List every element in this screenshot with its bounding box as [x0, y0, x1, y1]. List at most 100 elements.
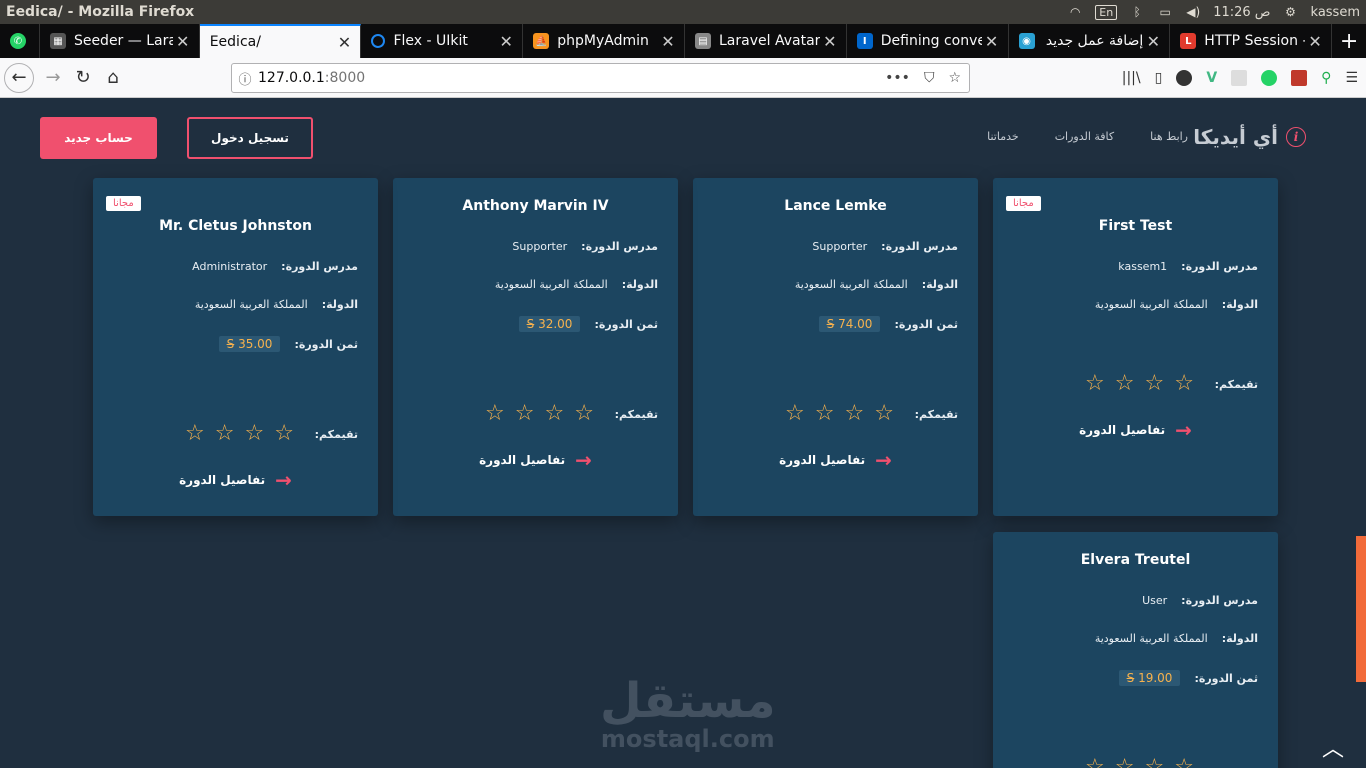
star-icon[interactable]: ☆: [815, 403, 835, 425]
close-tab-icon[interactable]: ✕: [982, 32, 1002, 51]
country-value: المملكة العربية السعودية: [794, 278, 908, 291]
close-tab-icon[interactable]: ✕: [334, 33, 354, 52]
library-icon[interactable]: |||\: [1122, 70, 1141, 86]
extension-red-icon[interactable]: [1291, 70, 1308, 86]
forward-icon[interactable]: →: [38, 63, 68, 93]
nav-link-all-courses[interactable]: كافة الدورات: [1055, 130, 1114, 143]
wifi-icon[interactable]: ◠: [1067, 5, 1083, 19]
menu-icon[interactable]: ☰: [1345, 70, 1358, 86]
star-icon[interactable]: ☆: [544, 403, 564, 425]
instructor-value: Administrator: [192, 260, 268, 273]
star-icon[interactable]: ☆: [1144, 757, 1164, 768]
tab-whatsapp[interactable]: ✆: [0, 24, 40, 58]
course-title[interactable]: Mr. Cletus Johnston: [93, 218, 378, 234]
tab-title: Flex - UIkit: [393, 33, 468, 49]
star-icon[interactable]: ☆: [1174, 373, 1194, 395]
url-bar[interactable]: ⓘ 127.0.0.1:8000 ••• ⛉ ☆: [231, 63, 970, 93]
star-icon[interactable]: ☆: [785, 403, 805, 425]
free-badge: مجانا: [1006, 196, 1041, 211]
pocket-icon[interactable]: ⛉: [924, 70, 935, 86]
star-icon[interactable]: ☆: [1174, 757, 1194, 768]
close-tab-icon[interactable]: ✕: [658, 32, 678, 51]
search-extension-icon[interactable]: ⚲: [1321, 70, 1331, 86]
reload-icon[interactable]: ↻: [68, 63, 98, 93]
signup-button[interactable]: حساب جديد: [40, 117, 157, 159]
login-button[interactable]: تسجيل دخول: [187, 117, 313, 159]
star-icon[interactable]: ☆: [874, 403, 894, 425]
course-title[interactable]: First Test: [993, 218, 1278, 234]
tab-uikit[interactable]: Flex - UIkit ✕: [361, 24, 524, 58]
star-icon[interactable]: ☆: [1115, 757, 1135, 768]
home-icon[interactable]: ⌂: [98, 63, 128, 93]
site-logo[interactable]: i أي أيديكا: [1193, 125, 1306, 149]
vue-devtools-icon[interactable]: V: [1206, 70, 1217, 86]
star-icon[interactable]: ☆: [1144, 373, 1164, 395]
battery-icon[interactable]: ▭: [1157, 5, 1173, 19]
url-text[interactable]: 127.0.0.1:8000: [258, 70, 365, 86]
close-tab-icon[interactable]: ✕: [173, 32, 193, 51]
settings-gear-icon[interactable]: ⚙: [1283, 5, 1299, 19]
window-title: Eedica/ - Mozilla Firefox: [6, 4, 195, 20]
price-label: ثمن الدورة:: [294, 337, 358, 351]
star-icon[interactable]: ☆: [1085, 373, 1105, 395]
course-details-link[interactable]: تفاصيل الدورة →: [693, 448, 978, 472]
course-title[interactable]: Elvera Treutel: [993, 552, 1278, 568]
star-icon[interactable]: ☆: [515, 403, 535, 425]
price-value: 19.00 S: [1118, 670, 1181, 686]
star-icon[interactable]: ☆: [244, 423, 264, 445]
star-icon[interactable]: ☆: [844, 403, 864, 425]
star-icon[interactable]: ☆: [574, 403, 594, 425]
nav-link-services[interactable]: خدماتنا: [987, 130, 1019, 143]
instructor-value: Supporter: [512, 240, 568, 253]
rating-stars: ☆ ☆ ☆ ☆: [785, 403, 894, 425]
keyboard-layout[interactable]: En: [1095, 4, 1118, 20]
info-icon[interactable]: ⓘ: [232, 69, 258, 88]
scroll-to-top-icon[interactable]: ︿: [1322, 731, 1344, 763]
tab-mostaql[interactable]: ◉ إضافة عمل جديد ✕: [1009, 24, 1171, 58]
star-icon[interactable]: ☆: [274, 423, 294, 445]
course-details-link[interactable]: تفاصيل الدورة →: [993, 418, 1278, 442]
close-tab-icon[interactable]: ✕: [1305, 32, 1325, 51]
star-icon[interactable]: ☆: [185, 423, 205, 445]
star-icon[interactable]: ☆: [215, 423, 235, 445]
sidebar-icon[interactable]: ▯: [1155, 70, 1163, 86]
whatsapp-extension-icon[interactable]: [1261, 70, 1278, 86]
laravel-icon: L: [1180, 33, 1197, 49]
tab-eedica[interactable]: Eedica/ ✕: [199, 24, 362, 58]
extension-grid-icon[interactable]: [1231, 70, 1248, 86]
bluetooth-icon[interactable]: ᛒ: [1129, 5, 1145, 19]
instructor-label: مدرس الدورة:: [281, 260, 358, 273]
tab-title: Eedica/: [209, 34, 261, 50]
clock[interactable]: 11:26 ص: [1213, 5, 1270, 20]
country-label: الدولة:: [621, 278, 658, 291]
course-title[interactable]: Lance Lemke: [693, 198, 978, 214]
rating-stars: ☆ ☆ ☆ ☆: [485, 403, 594, 425]
scrollbar-thumb[interactable]: [1356, 536, 1366, 682]
new-tab-button[interactable]: +: [1332, 24, 1366, 58]
course-details-link[interactable]: تفاصيل الدورة →: [393, 448, 678, 472]
volume-icon[interactable]: ◀): [1185, 5, 1201, 19]
tab-title: Defining conve: [880, 33, 982, 49]
os-top-bar: Eedica/ - Mozilla Firefox ◠ En ᛒ ▭ ◀) 11…: [0, 0, 1366, 24]
star-icon[interactable]: ☆: [1115, 373, 1135, 395]
close-tab-icon[interactable]: ✕: [820, 32, 840, 51]
username[interactable]: kassem: [1311, 5, 1360, 20]
back-icon[interactable]: ←: [4, 62, 34, 93]
tab-phpmyadmin[interactable]: ⛵ phpMyAdmin ✕: [523, 24, 685, 58]
page-content: حساب جديد تسجيل دخول رابط هنا كافة الدور…: [0, 98, 1366, 768]
tab-defining[interactable]: I Defining conve ✕: [847, 24, 1009, 58]
star-icon[interactable]: ☆: [1085, 757, 1105, 768]
bookmark-star-icon[interactable]: ☆: [948, 70, 961, 86]
country-value: المملكة العربية السعودية: [1094, 298, 1208, 311]
close-tab-icon[interactable]: ✕: [1143, 32, 1163, 51]
extension-dots-icon[interactable]: [1176, 70, 1193, 86]
more-icon[interactable]: •••: [885, 70, 910, 86]
star-icon[interactable]: ☆: [485, 403, 505, 425]
course-title[interactable]: Anthony Marvin IV: [393, 198, 678, 214]
tab-http-session[interactable]: L HTTP Session - ✕: [1170, 24, 1333, 58]
tab-seeder[interactable]: ▦ Seeder — Lara ✕: [40, 24, 200, 58]
nav-link-here[interactable]: رابط هنا: [1150, 130, 1188, 143]
close-tab-icon[interactable]: ✕: [496, 32, 516, 51]
course-details-link[interactable]: تفاصيل الدورة →: [93, 468, 378, 492]
tab-laravel-avatar[interactable]: ▤ Laravel Avatar ✕: [685, 24, 847, 58]
